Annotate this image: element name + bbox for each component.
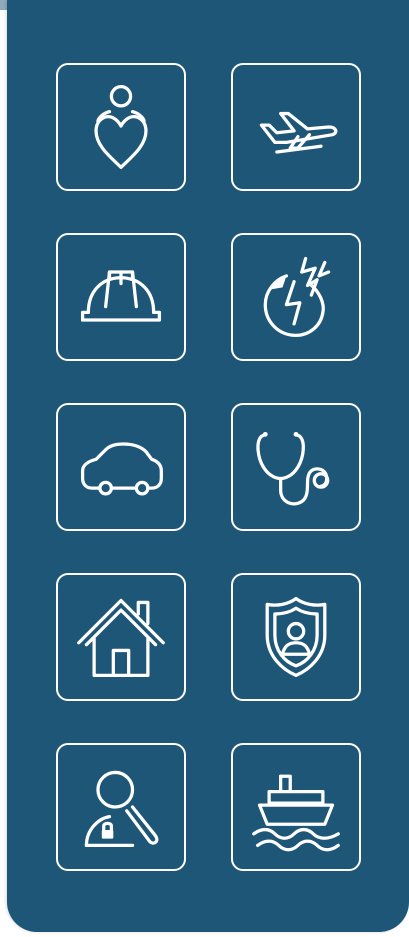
tile-life[interactable] xyxy=(56,63,186,191)
tile-marine[interactable] xyxy=(231,743,361,871)
shield-person-icon xyxy=(265,596,327,678)
stethoscope-icon xyxy=(256,431,330,506)
category-icon-grid xyxy=(56,63,361,871)
tile-identity[interactable] xyxy=(56,743,186,871)
car-icon xyxy=(80,442,163,496)
lightning-strike-icon xyxy=(263,256,331,338)
ship-icon xyxy=(252,774,340,852)
tile-health[interactable] xyxy=(231,403,361,531)
airplane-icon xyxy=(259,111,338,154)
tile-accident[interactable] xyxy=(231,233,361,361)
house-icon xyxy=(77,598,165,678)
tile-travel[interactable] xyxy=(231,63,361,191)
tile-home[interactable] xyxy=(56,573,186,701)
tile-workers[interactable] xyxy=(56,233,186,361)
tile-auto[interactable] xyxy=(56,403,186,531)
hard-hat-icon xyxy=(80,270,162,322)
tile-protection[interactable] xyxy=(231,573,361,701)
person-lock-search-icon xyxy=(84,770,159,848)
person-heart-icon xyxy=(94,85,148,169)
